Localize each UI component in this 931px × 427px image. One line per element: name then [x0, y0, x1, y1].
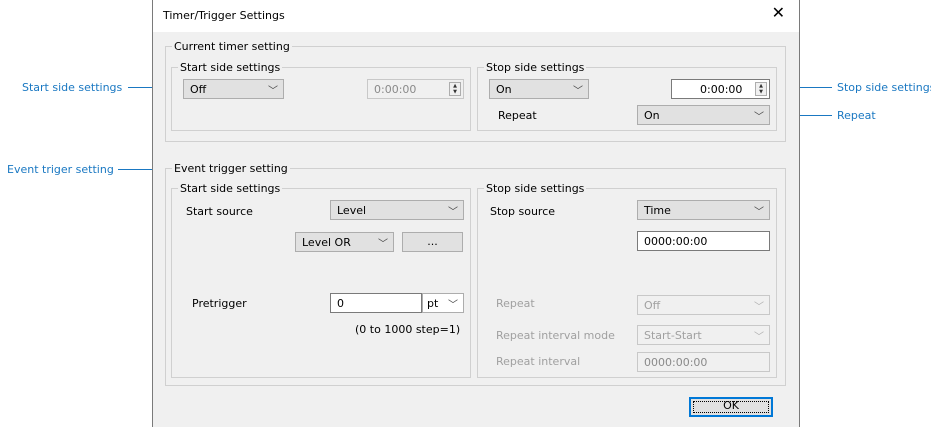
- level-settings-button[interactable]: ...: [402, 232, 463, 252]
- current-start-mode-value: Off: [190, 83, 207, 96]
- spin-updown-icon[interactable]: ▲ ▼: [449, 82, 461, 96]
- event-stop-label: Stop side settings: [484, 182, 587, 195]
- callout-start-side: Start side settings: [22, 81, 123, 94]
- event-trigger-group-label: Event trigger setting: [172, 162, 290, 175]
- event-start-label: Start side settings: [178, 182, 283, 195]
- chevron-down-icon: ﹀: [268, 86, 278, 97]
- current-start-time-field[interactable]: 0:00:00 ▲ ▼: [367, 79, 464, 99]
- callout-stop-side: Stop side settings: [837, 81, 931, 94]
- start-logic-value: Level OR: [302, 236, 351, 249]
- chevron-down-icon: ﹀: [754, 302, 764, 313]
- chevron-down-icon: ﹀: [754, 332, 764, 343]
- pretrigger-label: Pretrigger: [192, 297, 247, 310]
- chevron-down-icon: ﹀: [448, 300, 458, 311]
- current-start-group: [171, 67, 471, 131]
- current-stop-mode-select[interactable]: On ﹀: [489, 79, 589, 99]
- stop-source-value: Time: [644, 204, 671, 217]
- start-source-label: Start source: [186, 205, 253, 218]
- pretrigger-input[interactable]: 0: [330, 293, 422, 313]
- callout-repeat: Repeat: [837, 109, 876, 122]
- current-timer-group-label: Current timer setting: [172, 40, 292, 53]
- current-repeat-label: Repeat: [498, 109, 537, 122]
- chevron-down-icon: ﹀: [573, 86, 583, 97]
- ok-button-label: OK: [723, 399, 739, 412]
- chevron-down-icon: ﹀: [378, 239, 388, 250]
- event-repeat-value: Off: [644, 299, 661, 312]
- current-stop-mode-value: On: [496, 83, 512, 96]
- current-repeat-select[interactable]: On ﹀: [637, 105, 770, 125]
- ok-button[interactable]: OK: [689, 397, 773, 417]
- event-repeat-label: Repeat: [496, 297, 535, 310]
- repeat-interval-label: Repeat interval: [496, 355, 581, 368]
- stop-time-field[interactable]: 0000:00:00: [637, 231, 770, 251]
- repeat-interval-mode-label: Repeat interval mode: [496, 329, 615, 342]
- current-stop-time-field[interactable]: 0:00:00 ▲ ▼: [671, 79, 770, 99]
- callout-event: Event triger setting: [7, 163, 114, 176]
- start-source-value: Level: [337, 204, 367, 217]
- start-logic-select[interactable]: Level OR ﹀: [295, 232, 394, 252]
- close-icon[interactable]: ✕: [772, 5, 785, 21]
- stop-source-label: Stop source: [490, 205, 556, 218]
- repeat-interval-mode-value: Start-Start: [644, 329, 702, 342]
- chevron-down-icon: ﹀: [448, 207, 458, 218]
- chevron-down-icon: ﹀: [754, 112, 764, 123]
- repeat-interval-field[interactable]: 0000:00:00: [637, 352, 770, 372]
- current-stop-time-value: 0:00:00: [700, 83, 743, 96]
- chevron-down-icon: ﹀: [754, 207, 764, 218]
- title-bar: Timer/Trigger Settings ✕: [153, 0, 799, 32]
- pretrigger-unit-value: pt: [427, 297, 439, 310]
- stop-source-select[interactable]: Time ﹀: [637, 200, 770, 220]
- timer-trigger-dialog: Timer/Trigger Settings ✕ Current timer s…: [152, 0, 800, 427]
- stop-time-value: 0000:00:00: [644, 235, 708, 248]
- current-stop-label: Stop side settings: [484, 61, 587, 74]
- pretrigger-value: 0: [337, 297, 344, 310]
- pretrigger-range-hint: (0 to 1000 step=1): [355, 323, 461, 336]
- start-source-select[interactable]: Level ﹀: [330, 200, 464, 220]
- current-start-label: Start side settings: [178, 61, 283, 74]
- current-start-mode-select[interactable]: Off ﹀: [183, 79, 284, 99]
- repeat-interval-mode-select[interactable]: Start-Start ﹀: [637, 325, 770, 345]
- current-repeat-value: On: [644, 109, 660, 122]
- pretrigger-unit-select[interactable]: pt ﹀: [422, 293, 464, 313]
- dialog-title: Timer/Trigger Settings: [163, 9, 285, 22]
- current-start-time-value: 0:00:00: [374, 83, 417, 96]
- spin-updown-icon[interactable]: ▲ ▼: [755, 82, 767, 96]
- repeat-interval-value: 0000:00:00: [644, 356, 708, 369]
- event-repeat-select[interactable]: Off ﹀: [637, 295, 770, 315]
